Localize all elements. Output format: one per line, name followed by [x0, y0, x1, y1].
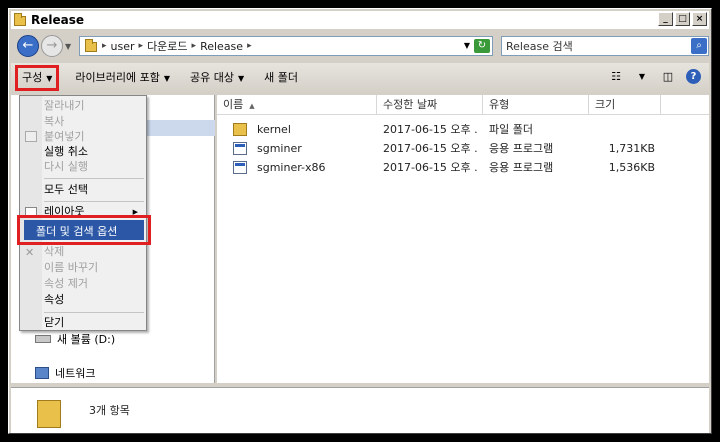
address-bar-row: ← → ▼ ▸ user ▸ 다운로드 ▸ Release ▸ ▼ ↻ Rele…: [11, 32, 709, 60]
column-size[interactable]: 크기: [589, 95, 661, 115]
close-button[interactable]: ×: [692, 12, 707, 26]
menu-item-close[interactable]: 닫기: [44, 315, 142, 331]
column-date[interactable]: 수정한 날짜: [377, 95, 483, 115]
chevron-down-icon[interactable]: ▼: [634, 70, 650, 84]
breadcrumb-user[interactable]: user: [111, 40, 135, 53]
breadcrumb-downloads[interactable]: 다운로드: [147, 38, 187, 54]
menu-item-copy[interactable]: 복사: [44, 114, 142, 130]
table-row[interactable]: sgminer 2017-06-15 오후 ... 응용 프로그램 1,731K…: [217, 139, 709, 158]
table-row[interactable]: sgminer-x86 2017-06-15 오후 ... 응용 프로그램 1,…: [217, 158, 709, 177]
menu-item-select-all[interactable]: 모두 선택: [44, 182, 142, 198]
forward-button[interactable]: →: [41, 35, 63, 57]
highlight-box: 폴더 및 검색 옵션: [17, 215, 151, 245]
folder-icon: [13, 13, 27, 27]
network-icon: [35, 367, 49, 379]
file-list: 이름 ▲ 수정한 날짜 유형 크기 kernel 2017-06-15 오후 ..…: [217, 95, 709, 383]
menu-item-remove-properties[interactable]: 속성 제거: [44, 276, 142, 292]
refresh-icon[interactable]: ↻: [474, 39, 490, 53]
details-pane: 3개 항목: [11, 387, 709, 433]
organize-button[interactable]: 구성 ▼: [15, 65, 60, 91]
window-controls: _ □ ×: [658, 12, 707, 26]
delete-icon: ✕: [25, 246, 35, 259]
explorer-window: Release _ □ × ← → ▼ ▸ user ▸ 다운로드 ▸ Rele…: [8, 8, 712, 434]
menu-item-redo[interactable]: 다시 실행: [44, 159, 142, 175]
back-button[interactable]: ←: [17, 35, 39, 57]
chevron-down-icon: ▼: [163, 74, 171, 83]
recent-pages-dropdown[interactable]: ▼: [65, 42, 71, 51]
view-controls: ☷ ▼ ◫ ?: [608, 69, 701, 84]
search-placeholder: Release 검색: [506, 40, 573, 53]
folder-icon: [84, 39, 98, 53]
include-in-library-button[interactable]: 라이브러리에 포함 ▼: [71, 67, 174, 89]
minimize-button[interactable]: _: [658, 12, 673, 26]
menu-item-rename[interactable]: 이름 바꾸기: [44, 260, 142, 276]
sort-ascending-icon: ▲: [249, 102, 255, 110]
menu-item-delete[interactable]: 삭제: [44, 244, 142, 260]
exe-icon: [233, 142, 247, 155]
item-count: 3개 항목: [89, 404, 130, 417]
new-folder-button[interactable]: 새 폴더: [260, 67, 302, 89]
nav-item-label: 새 볼륨 (D:): [57, 333, 116, 346]
address-box[interactable]: ▸ user ▸ 다운로드 ▸ Release ▸ ▼ ↻: [79, 36, 493, 56]
menu-item-folder-options-label: 폴더 및 검색 옵션: [36, 225, 118, 238]
search-icon[interactable]: ⌕: [691, 38, 707, 54]
nav-item-drive-d[interactable]: 새 볼륨 (D:): [35, 331, 115, 347]
title-bar: Release _ □ ×: [11, 11, 709, 29]
search-input[interactable]: Release 검색 ⌕: [501, 36, 709, 56]
paste-icon: [25, 131, 37, 142]
folder-icon: [37, 400, 61, 428]
exe-icon: [233, 161, 247, 174]
menu-item-cut[interactable]: 잘라내기: [44, 98, 142, 114]
menu-item-properties[interactable]: 속성: [44, 292, 142, 308]
column-type[interactable]: 유형: [483, 95, 589, 115]
menu-item-paste[interactable]: 붙여넣기: [44, 129, 142, 145]
menu-item-undo[interactable]: 실행 취소: [44, 144, 142, 160]
drive-icon: [35, 335, 51, 343]
chevron-down-icon: ▼: [238, 74, 245, 83]
command-bar: 구성 ▼ 라이브러리에 포함 ▼ 공유 대상 ▼ 새 폴더 ☷ ▼ ◫ ?: [11, 63, 709, 93]
table-row[interactable]: kernel 2017-06-15 오후 ... 파일 폴더: [217, 120, 709, 139]
share-with-button[interactable]: 공유 대상 ▼: [186, 67, 248, 89]
window-title: Release: [31, 13, 85, 27]
nav-selection: [141, 120, 215, 136]
chevron-down-icon: ▼: [46, 74, 53, 83]
address-dropdown[interactable]: ▼: [464, 41, 470, 50]
nav-item-network[interactable]: 네트워크: [35, 365, 95, 381]
folder-icon: [233, 123, 247, 136]
column-name[interactable]: 이름 ▲: [217, 95, 377, 115]
view-options-icon[interactable]: ☷: [608, 70, 624, 84]
organize-menu: 잘라내기 복사 붙여넣기 실행 취소 다시 실행 모두 선택 레이아웃 ▶ ✕ 삭…: [19, 95, 147, 331]
nav-item-label: 네트워크: [55, 367, 96, 380]
column-headers: 이름 ▲ 수정한 날짜 유형 크기: [217, 95, 709, 115]
breadcrumb-release[interactable]: Release: [200, 40, 243, 53]
maximize-button[interactable]: □: [675, 12, 690, 26]
preview-pane-icon[interactable]: ◫: [660, 70, 676, 84]
help-icon[interactable]: ?: [686, 69, 701, 84]
